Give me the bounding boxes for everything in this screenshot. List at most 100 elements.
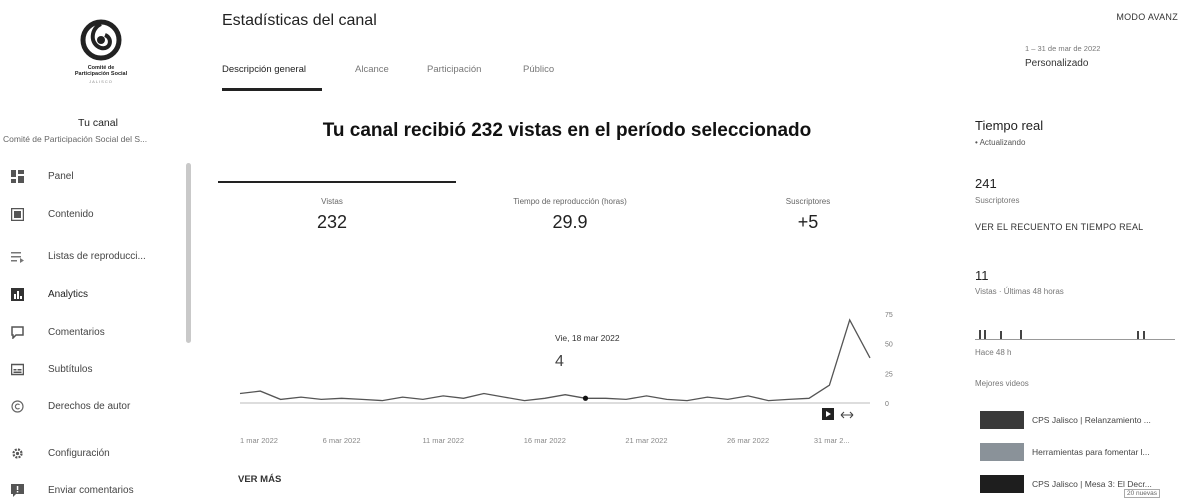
channel-label: Tu canal [78, 117, 118, 129]
realtime-bar [984, 330, 986, 340]
tab-overview[interactable]: Descripción general [222, 64, 306, 75]
y-tick-label: 50 [885, 342, 893, 349]
expand-icon[interactable] [840, 407, 854, 425]
metric-label: Tiempo de reproducción (horas) [513, 197, 627, 206]
realtime-views-label: Vistas · Últimas 48 horas [975, 287, 1064, 296]
advanced-mode-button[interactable]: MODO AVANZ [1116, 12, 1178, 22]
sidebar-scrollbar[interactable] [186, 163, 191, 343]
x-tick-label: 1 mar 2022 [240, 436, 278, 445]
realtime-subscribers-label: Suscriptores [975, 196, 1020, 205]
highlight-point [582, 395, 589, 401]
video-title: CPS Jalisco | Relanzamiento ... [1032, 415, 1151, 425]
metric-value: 29.9 [552, 212, 588, 232]
channel-name: Comité de Participación Social del S... [3, 134, 148, 144]
analytics-icon [10, 287, 24, 301]
sidebar-item-comments[interactable]: Comentarios [0, 320, 180, 344]
sidebar-item-label: Panel [48, 170, 74, 182]
realtime-bar [1020, 330, 1022, 340]
metric-watch-time[interactable]: Tiempo de reproducción (horas) 29.9 [480, 197, 660, 233]
y-tick-label: 25 [885, 371, 893, 378]
sidebar-item-label: Listas de reproducci... [48, 250, 146, 262]
gear-icon [10, 446, 24, 460]
playlist-icon [10, 249, 24, 263]
metric-views[interactable]: Vistas 232 [292, 197, 372, 233]
top-video-item[interactable]: CPS Jalisco | Relanzamiento ... [980, 410, 1180, 430]
realtime-views: 11 [975, 268, 989, 283]
realtime-range-label: Hace 48 h [975, 348, 1012, 357]
headline: Tu canal recibió 232 vistas en el períod… [322, 120, 812, 141]
realtime-subscribers: 241 [975, 176, 997, 191]
sidebar-item-feedback[interactable]: Enviar comentarios [0, 478, 180, 502]
date-picker[interactable]: Personalizado [1025, 58, 1088, 69]
sidebar-item-label: Subtítulos [48, 363, 93, 375]
x-tick-label: 21 mar 2022 [625, 436, 667, 445]
metric-label: Vistas [321, 197, 343, 206]
tab-audience[interactable]: Público [523, 64, 554, 75]
tab-engagement[interactable]: Participación [427, 64, 481, 75]
top-video-item[interactable]: Herramientas para fomentar l... [980, 442, 1180, 462]
view-realtime-link[interactable]: VER EL RECUENTO EN TIEMPO REAL [975, 222, 1143, 232]
sidebar-item-panel[interactable]: Panel [0, 164, 180, 188]
video-thumbnail [980, 411, 1024, 429]
chart-controls [822, 407, 854, 425]
play-icon[interactable] [822, 407, 834, 425]
tab-reach[interactable]: Alcance [355, 64, 389, 75]
sidebar-item-copyright[interactable]: Derechos de autor [0, 394, 180, 418]
logo-line3: JALISCO [89, 79, 113, 84]
metric-subscribers[interactable]: Suscriptores +5 [768, 197, 848, 233]
video-title: Herramientas para fomentar l... [1032, 447, 1150, 457]
metric-value: +5 [797, 212, 819, 232]
realtime-bar-chart [975, 330, 1175, 340]
channel-logo[interactable]: Comité de Participación Social JALISCO [56, 18, 146, 98]
comments-icon [10, 325, 24, 339]
realtime-bar [1137, 331, 1139, 340]
sidebar-item-analytics[interactable]: Analytics [0, 282, 180, 306]
content-icon [10, 207, 24, 221]
chart-tooltip: Vie, 18 mar 2022 4 [555, 333, 675, 371]
realtime-bar [979, 330, 981, 340]
tooltip-date: Vie, 18 mar 2022 [555, 333, 620, 343]
y-tick-label: 0 [885, 401, 889, 408]
dashboard-icon [10, 169, 24, 183]
x-tick-label: 16 mar 2022 [524, 436, 566, 445]
video-title: CPS Jalisco | Mesa 3: El Decr... [1032, 479, 1152, 489]
sidebar-item-label: Enviar comentarios [48, 484, 134, 496]
top-videos-label: Mejores videos [975, 379, 1029, 388]
logo-line2: Participación Social [74, 71, 128, 77]
see-more-button[interactable]: VER MÁS [238, 474, 281, 485]
sidebar-item-label: Derechos de autor [48, 400, 131, 412]
sidebar-item-subtitles[interactable]: Subtítulos [0, 357, 180, 381]
copyright-icon [10, 399, 24, 413]
views-line-chart[interactable]: 0 25 50 75 1 mar 2022 6 mar 2022 11 mar 2022 16… [230, 300, 910, 460]
sidebar-item-label: Configuración [48, 447, 110, 459]
date-range: 1 – 31 de mar de 2022 [1025, 44, 1101, 53]
feedback-icon [10, 483, 24, 497]
active-metric-indicator [218, 181, 456, 183]
x-tick-label: 31 mar 2... [814, 436, 850, 445]
metric-label: Suscriptores [785, 197, 831, 206]
sidebar-item-label: Contenido [48, 208, 94, 220]
sidebar: Comité de Participación Social JALISCO T… [0, 0, 196, 504]
sidebar-item-playlists[interactable]: Listas de reproducci... [0, 244, 180, 268]
new-items-badge[interactable]: 20 nuevas [1124, 489, 1160, 498]
sidebar-item-content[interactable]: Contenido [0, 202, 180, 226]
sidebar-item-label: Analytics [48, 288, 89, 300]
logo-icon [80, 19, 122, 61]
sidebar-item-label: Comentarios [48, 326, 105, 338]
x-tick-label: 11 mar 2022 [422, 436, 464, 445]
video-thumbnail [980, 443, 1024, 461]
sidebar-item-settings[interactable]: Configuración [0, 441, 180, 465]
tooltip-value: 4 [555, 353, 564, 370]
x-tick-label: 26 mar 2022 [727, 436, 769, 445]
y-tick-label: 75 [885, 312, 893, 319]
page-title: Estadísticas del canal [222, 12, 377, 29]
subtitles-icon [10, 362, 24, 376]
active-tab-indicator [222, 88, 322, 91]
metric-value: 232 [316, 212, 348, 232]
realtime-title: Tiempo real [975, 118, 1044, 133]
x-tick-label: 6 mar 2022 [323, 436, 361, 445]
realtime-baseline [975, 339, 1175, 340]
video-thumbnail [980, 475, 1024, 493]
realtime-status: • Actualizando [975, 138, 1026, 147]
realtime-bar [1143, 331, 1145, 340]
